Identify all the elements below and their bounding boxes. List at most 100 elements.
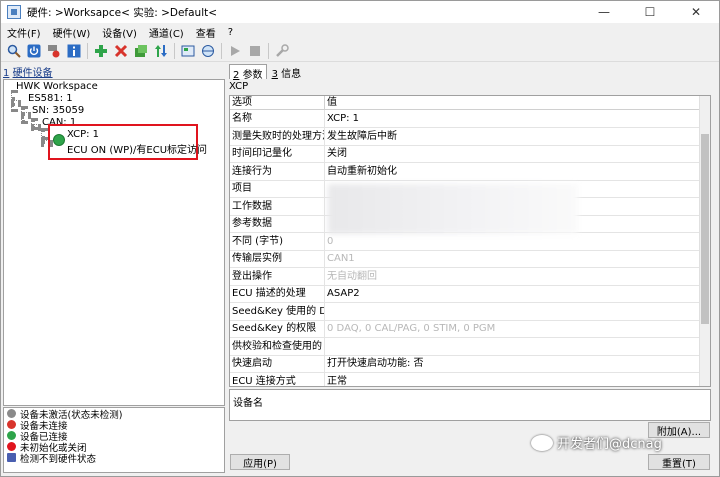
row-value[interactable]: 0 bbox=[325, 233, 700, 250]
tree-connector bbox=[11, 100, 21, 104]
info-icon[interactable] bbox=[64, 41, 83, 60]
row-value[interactable]: CAN1 bbox=[325, 250, 700, 267]
row-value[interactable]: 发生故障后中断 bbox=[325, 128, 700, 145]
delete-icon[interactable] bbox=[111, 41, 130, 60]
status-legend: 设备未激活(状态未检测) 设备未连接 设备已连接 未初始化或关闭 检测不到硬件状… bbox=[3, 407, 225, 473]
scroll-thumb[interactable] bbox=[701, 134, 709, 324]
grid-scrollbar[interactable] bbox=[699, 96, 710, 386]
hardware-tree[interactable]: HWK Workspace ES581: 1 SN: 35059 CAN: 1 … bbox=[3, 79, 225, 406]
column-value[interactable]: 值 bbox=[325, 96, 337, 109]
row-option: 供校验和检查使用的 DLL bbox=[230, 337, 325, 355]
tree-node-workspace[interactable]: HWK Workspace bbox=[16, 81, 98, 92]
minimize-button[interactable]: — bbox=[581, 1, 627, 23]
row-option: ECU 连接方式 bbox=[230, 372, 325, 386]
table-row[interactable]: 时间印记量化 关闭 bbox=[230, 145, 700, 163]
main-window: 硬件: >Worksapce< 实验: >Default< — ☐ ✕ 文件(F… bbox=[0, 0, 720, 477]
right-tabs: 2 参数 3 信息 bbox=[229, 64, 306, 81]
row-value[interactable]: 0 DAQ, 0 CAL/PAG, 0 STIM, 0 PGM bbox=[325, 320, 700, 337]
table-row[interactable]: 登出操作 无自动翻回 bbox=[230, 267, 700, 286]
tab-number: 2 bbox=[233, 70, 240, 81]
row-option: 不同 (字节) bbox=[230, 232, 325, 250]
menu-bar: 文件(F) 硬件(W) 设备(V) 通道(C) 查看 ? bbox=[1, 24, 719, 40]
row-option: 项目 bbox=[230, 180, 325, 197]
section-title: XCP bbox=[229, 81, 249, 92]
tab-info[interactable]: 3 信息 bbox=[269, 64, 305, 80]
tab-label: 信息 bbox=[281, 69, 302, 80]
row-value[interactable]: 打开快速启动功能: 否 bbox=[325, 355, 700, 372]
menu-view[interactable]: 查看 bbox=[190, 25, 222, 40]
hardware-panel-number: 1 bbox=[3, 68, 10, 79]
table-row[interactable]: 不同 (字节) 0 bbox=[230, 232, 700, 251]
row-option: 名称 bbox=[230, 110, 325, 127]
row-value[interactable]: 正常 bbox=[325, 373, 700, 387]
row-option: Seed&Key 使用的 DLL bbox=[230, 302, 325, 320]
row-value[interactable]: XCP: 1 bbox=[325, 110, 700, 127]
row-option: 快速启动 bbox=[230, 355, 325, 372]
parameter-grid[interactable]: 选项 值 名称 XCP: 1 测量失败时的处理方法 发生故障后中断 时间印记量化 关闭 连接… bbox=[229, 95, 711, 387]
tree-node-ecu-status: ECU ON (WP)/有ECU标定访问 bbox=[67, 145, 208, 156]
row-value[interactable]: 关闭 bbox=[325, 145, 700, 162]
table-row[interactable]: 快速启动 打开快速启动功能: 否 bbox=[230, 355, 700, 373]
row-value[interactable]: ASAP2 bbox=[325, 285, 700, 302]
close-button[interactable]: ✕ bbox=[673, 1, 719, 23]
row-option: Seed&Key 的权限 bbox=[230, 320, 325, 337]
tree-connector bbox=[21, 112, 31, 116]
uninitialized-icon bbox=[7, 442, 16, 451]
tab-parameters[interactable]: 2 参数 bbox=[229, 64, 267, 81]
connected-icon bbox=[7, 431, 16, 440]
watermark: 开发者们@dcnag bbox=[531, 433, 662, 452]
menu-device[interactable]: 设备(V) bbox=[96, 25, 143, 40]
table-row[interactable]: Seed&Key 使用的 DLL bbox=[230, 302, 700, 321]
sort-icon[interactable] bbox=[151, 41, 170, 60]
tree-connector bbox=[41, 128, 45, 140]
row-value[interactable]: 自动重新初始化 bbox=[325, 163, 700, 180]
table-row[interactable]: ECU 连接方式 正常 bbox=[230, 372, 700, 387]
tree-node-sn[interactable]: SN: 35059 bbox=[32, 105, 84, 116]
play-icon[interactable] bbox=[225, 41, 244, 60]
power-icon[interactable] bbox=[24, 41, 43, 60]
window-title: 硬件: >Worksapce< 实验: >Default< bbox=[27, 6, 218, 19]
stop-icon[interactable] bbox=[245, 41, 264, 60]
table-row[interactable]: ECU 描述的处理 ASAP2 bbox=[230, 285, 700, 303]
config-icon[interactable] bbox=[178, 41, 197, 60]
menu-help[interactable]: ? bbox=[222, 27, 239, 38]
table-row[interactable]: 测量失败时的处理方法 发生故障后中断 bbox=[230, 127, 700, 146]
row-value[interactable]: 无自动翻回 bbox=[325, 268, 700, 285]
legend-item: 检测不到硬件状态 bbox=[4, 452, 224, 465]
inactive-icon bbox=[7, 409, 16, 418]
table-row[interactable]: 连接行为 自动重新初始化 bbox=[230, 162, 700, 181]
tree-node-xcp[interactable]: XCP: 1 bbox=[67, 129, 99, 140]
tab-number: 3 bbox=[271, 69, 278, 80]
app-icon bbox=[7, 5, 21, 19]
table-row[interactable]: Seed&Key 的权限 0 DAQ, 0 CAL/PAG, 0 STIM, 0 … bbox=[230, 320, 700, 338]
tree-node-es581[interactable]: ES581: 1 bbox=[28, 93, 73, 104]
menu-hardware[interactable]: 硬件(W) bbox=[47, 25, 97, 40]
column-option[interactable]: 选项 bbox=[230, 96, 325, 109]
tab-label: 参数 bbox=[242, 70, 263, 81]
apply-button[interactable]: 应用(P) bbox=[230, 454, 290, 470]
menu-file[interactable]: 文件(F) bbox=[1, 25, 47, 40]
menu-channel[interactable]: 通道(C) bbox=[143, 25, 190, 40]
row-option: 连接行为 bbox=[230, 162, 325, 180]
network-icon[interactable] bbox=[198, 41, 217, 60]
hardware-panel-header[interactable]: 1 硬件设备 bbox=[3, 64, 225, 79]
table-row[interactable]: 名称 XCP: 1 bbox=[230, 110, 700, 128]
grid-header: 选项 值 bbox=[230, 96, 700, 110]
maximize-button[interactable]: ☐ bbox=[627, 1, 673, 23]
table-row[interactable]: 传输层实例 CAN1 bbox=[230, 250, 700, 268]
row-value[interactable] bbox=[325, 303, 700, 320]
description-label: 设备名 bbox=[233, 398, 263, 409]
table-row[interactable]: 供校验和检查使用的 DLL bbox=[230, 337, 700, 356]
module-icon[interactable] bbox=[131, 41, 150, 60]
row-value[interactable] bbox=[325, 338, 700, 355]
row-option: 测量失败时的处理方法 bbox=[230, 127, 325, 145]
toolbar-separator bbox=[268, 42, 269, 59]
search-icon[interactable] bbox=[4, 41, 23, 60]
wrench-icon[interactable] bbox=[272, 41, 291, 60]
row-option: 参考数据 bbox=[230, 215, 325, 232]
add-icon[interactable] bbox=[91, 41, 110, 60]
watermark-text: 开发者们@dcnag bbox=[557, 437, 662, 452]
reset-button[interactable]: 重置(T) bbox=[648, 454, 710, 470]
toolbar bbox=[1, 40, 719, 62]
device-add-icon[interactable] bbox=[44, 41, 63, 60]
